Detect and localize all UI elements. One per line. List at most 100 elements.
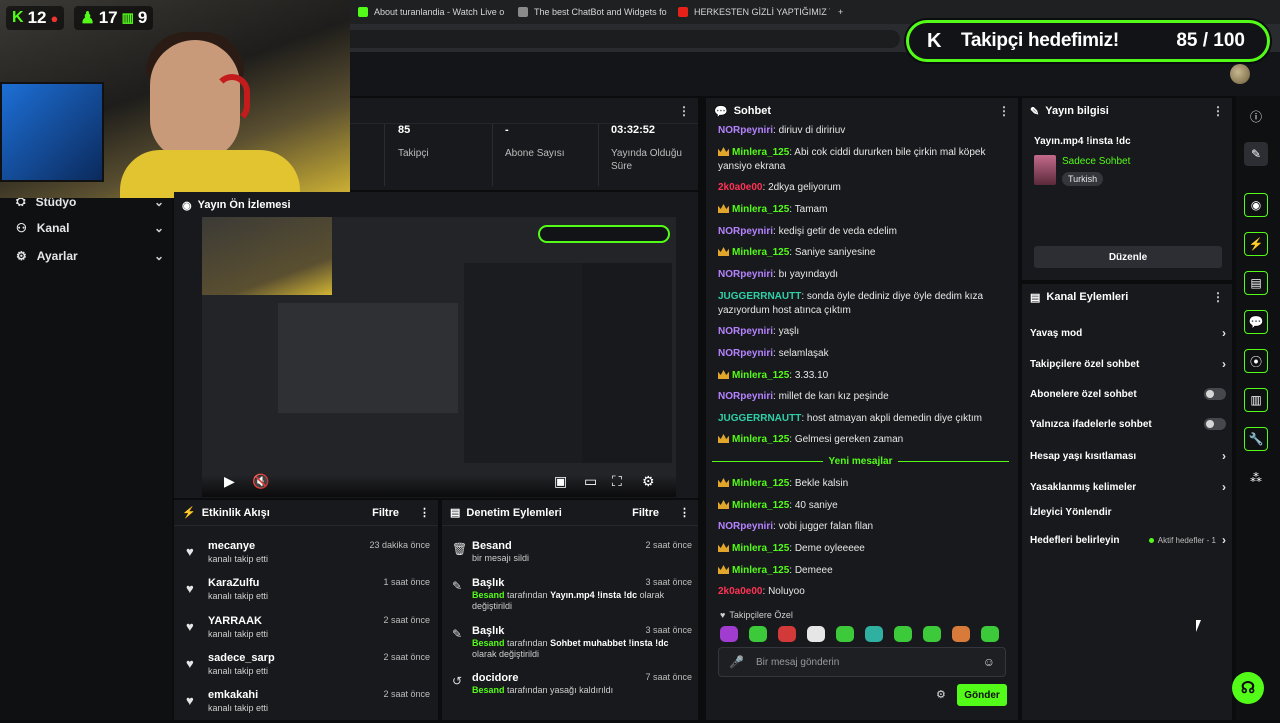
- browser-tab-1[interactable]: About turanlandia - Watch Live o ✕: [352, 2, 510, 22]
- chat-username[interactable]: JUGGERRNAUTT: [718, 413, 801, 424]
- chat-username[interactable]: Minlera_125: [732, 565, 789, 576]
- list-icon[interactable]: ▥: [1244, 388, 1268, 412]
- emote-icon[interactable]: [720, 626, 738, 642]
- chat-username[interactable]: Minlera_125: [732, 500, 789, 511]
- chat-username[interactable]: Minlera_125: [732, 478, 789, 489]
- action-goals[interactable]: Hedefleri belirleyin Aktif hedefler - 1 ›: [1030, 533, 1226, 547]
- emote-icon[interactable]: [981, 626, 999, 642]
- chat-username[interactable]: NORpeyniri: [718, 326, 773, 337]
- chat-text: kedişi getir de veda edelim: [778, 226, 897, 237]
- pip-icon[interactable]: ▣: [554, 473, 567, 490]
- broadcast-icon[interactable]: ⦿: [1244, 349, 1268, 373]
- chat-username[interactable]: Minlera_125: [732, 543, 789, 554]
- emote-icon[interactable]: [952, 626, 970, 642]
- send-button[interactable]: Gönder: [957, 684, 1007, 706]
- more-icon[interactable]: ⋮: [1212, 290, 1224, 304]
- chat-username[interactable]: Minlera_125: [732, 147, 789, 158]
- chat-username[interactable]: Minlera_125: [732, 434, 789, 445]
- event-user[interactable]: YARRAAK: [208, 615, 262, 627]
- channel-icon: ⚇: [16, 221, 27, 235]
- emote-icon[interactable]: [894, 626, 912, 642]
- action-label: İzleyici Yönlendir: [1030, 507, 1112, 518]
- stream-category[interactable]: Sadece Sohbet: [1062, 156, 1130, 167]
- chat-bubble-icon[interactable]: 💬: [1244, 310, 1268, 334]
- sidebar-item-channel[interactable]: ⚇ Kanal ⌄: [16, 221, 164, 235]
- user-avatar[interactable]: [1230, 64, 1250, 84]
- event-user[interactable]: KaraZulfu: [208, 577, 259, 589]
- apps-icon[interactable]: ⁂: [1244, 466, 1268, 490]
- chat-username[interactable]: NORpeyniri: [718, 125, 773, 136]
- chat-username[interactable]: NORpeyniri: [718, 269, 773, 280]
- event-user[interactable]: mecanye: [208, 540, 255, 552]
- more-icon[interactable]: ⋮: [419, 506, 430, 519]
- edit-button[interactable]: Düzenle: [1034, 246, 1222, 268]
- browser-tab-2[interactable]: The best ChatBot and Widgets fo ✕: [512, 2, 670, 22]
- more-icon[interactable]: ⋮: [998, 104, 1010, 118]
- mod-user[interactable]: docidore: [472, 672, 518, 684]
- fullscreen-icon[interactable]: ⛶: [612, 473, 622, 490]
- event-time: 2 saat önce: [383, 689, 430, 699]
- chat-text: bı yayındaydı: [778, 269, 839, 280]
- chat-username[interactable]: Minlera_125: [732, 204, 789, 215]
- mod-text-part: tarafından yasağı kaldırıldı: [504, 685, 614, 695]
- filter-button[interactable]: Filtre: [632, 507, 659, 519]
- event-user[interactable]: emkakahi: [208, 689, 258, 701]
- bolt-icon[interactable]: ⚡: [1244, 232, 1268, 256]
- emote-icon[interactable]: [778, 626, 796, 642]
- chat-username[interactable]: Minlera_125: [732, 370, 789, 381]
- preview-icon[interactable]: ◉: [1244, 193, 1268, 217]
- event-user[interactable]: sadece_sarp: [208, 652, 275, 664]
- info-icon[interactable]: ⓘ: [1244, 104, 1268, 128]
- action-followers-only[interactable]: Takipçilere özel sohbet ›: [1030, 357, 1226, 371]
- address-field[interactable]: [340, 30, 900, 48]
- chat-username[interactable]: NORpeyniri: [718, 348, 773, 359]
- browser-tab-3[interactable]: HERKESTEN GİZLİ YAPTIĞIMIZ YE ✕: [672, 2, 830, 22]
- wrench-icon[interactable]: 🔧: [1244, 427, 1268, 451]
- emote-icon[interactable]: [865, 626, 883, 642]
- sidebar-item-settings[interactable]: ⚙ Ayarlar ⌄: [16, 249, 164, 263]
- chat-username[interactable]: NORpeyniri: [718, 226, 773, 237]
- stream-preview-video[interactable]: ▶ 🔇 ▣ ▭ ⛶ ⚙: [202, 217, 676, 497]
- emote-only-toggle[interactable]: [1204, 418, 1226, 430]
- action-account-age[interactable]: Hesap yaşı kısıtlaması ›: [1030, 449, 1226, 463]
- mute-icon[interactable]: 🔇: [252, 473, 269, 490]
- filter-button[interactable]: Filtre: [372, 507, 399, 519]
- microphone-icon[interactable]: 🎤: [729, 655, 744, 669]
- emoji-icon[interactable]: ☺: [983, 655, 995, 669]
- chat-username[interactable]: NORpeyniri: [718, 391, 773, 402]
- goals-status-text: Aktif hedefler - 1: [1157, 535, 1216, 545]
- chat-message: JUGGERRNAUTT: sonda öyle dediniz diye öy…: [718, 290, 1006, 318]
- emote-icon[interactable]: [807, 626, 825, 642]
- chat-settings-icon[interactable]: ⚙: [936, 688, 946, 701]
- action-host[interactable]: İzleyici Yönlendir: [1030, 507, 1226, 518]
- pencil-icon[interactable]: ✎: [1244, 142, 1268, 166]
- more-icon[interactable]: ⋮: [1212, 104, 1224, 118]
- subscribers-only-toggle[interactable]: [1204, 388, 1226, 400]
- new-tab-button[interactable]: +: [832, 2, 852, 22]
- support-icon[interactable]: ☊: [1232, 672, 1264, 704]
- chat-username[interactable]: NORpeyniri: [718, 521, 773, 532]
- mod-user[interactable]: Besand: [472, 540, 512, 552]
- stat-label: Takipçi: [398, 148, 429, 159]
- chat-username[interactable]: 2k0a0e00: [718, 586, 763, 597]
- chat-message: Minlera_125: Deme oyleeeee: [718, 542, 1006, 556]
- action-banned-words[interactable]: Yasaklanmış kelimeler ›: [1030, 480, 1226, 494]
- emote-icon[interactable]: [749, 626, 767, 642]
- emote-icon[interactable]: [836, 626, 854, 642]
- chat-username[interactable]: Minlera_125: [732, 247, 789, 258]
- chat-username[interactable]: JUGGERRNAUTT: [718, 291, 801, 302]
- chat-message: NORpeyniri: diriuv di diririuv: [718, 124, 1006, 138]
- followers-only-label: ♥ Takipçilere Özel: [720, 610, 793, 620]
- emote-icon[interactable]: [923, 626, 941, 642]
- action-slow-mode[interactable]: Yavaş mod ›: [1030, 326, 1226, 340]
- mod-actor: Besand: [472, 590, 505, 600]
- chat-input[interactable]: 🎤 Bir mesaj gönderin ☺: [718, 647, 1006, 677]
- action-label: Yasaklanmış kelimeler: [1030, 481, 1137, 493]
- chat-username[interactable]: 2k0a0e00: [718, 182, 763, 193]
- theater-icon[interactable]: ▭: [584, 473, 597, 490]
- document-icon[interactable]: ▤: [1244, 271, 1268, 295]
- play-icon[interactable]: ▶: [224, 473, 235, 490]
- more-icon[interactable]: ⋮: [678, 104, 690, 118]
- more-icon[interactable]: ⋮: [679, 506, 690, 519]
- gear-icon[interactable]: ⚙: [642, 473, 655, 490]
